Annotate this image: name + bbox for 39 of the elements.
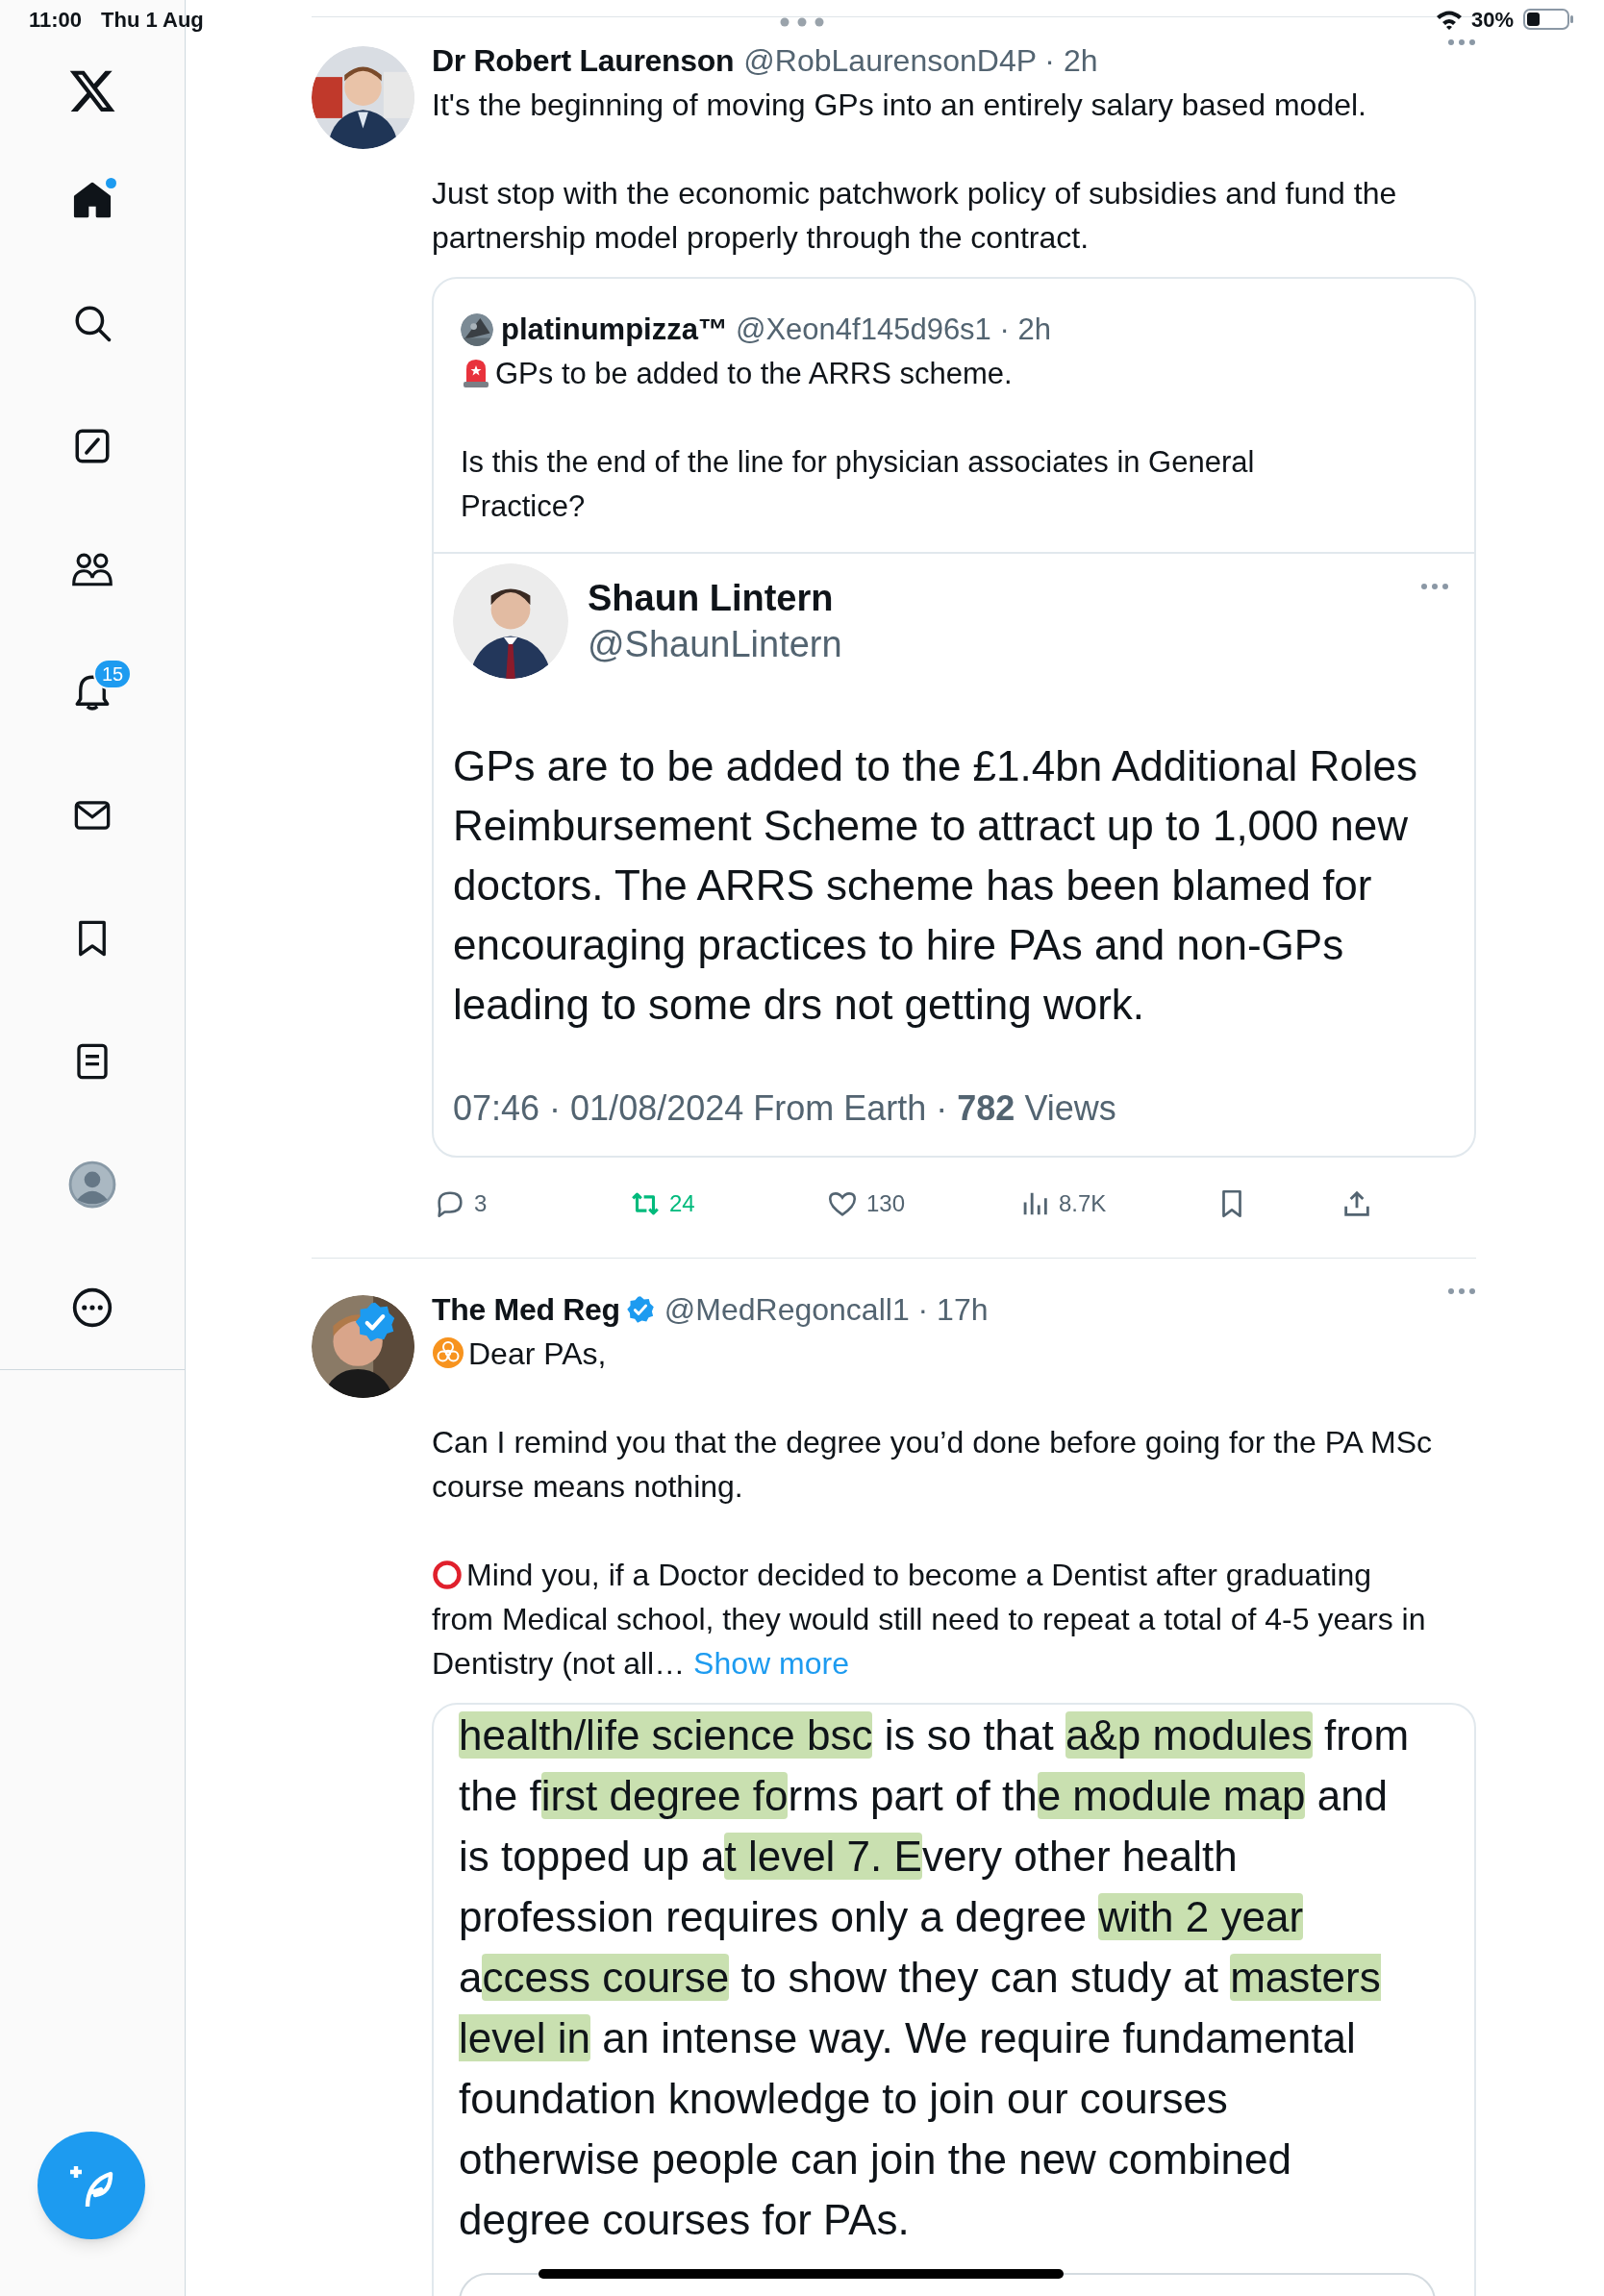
battery-percentage: 30%: [1470, 6, 1514, 34]
battery-icon: [1523, 8, 1575, 31]
status-time: 11:00: [29, 6, 83, 34]
post-meta: @Xeon4f145d96s1 · 2h: [735, 311, 1051, 348]
action-count: 8.7K: [1059, 1189, 1107, 1218]
more-icon[interactable]: [71, 1286, 113, 1329]
circle-outline-icon: [432, 1560, 463, 1590]
author-handle: @ShaunLintern: [588, 623, 842, 666]
avatar-icon[interactable]: [68, 1160, 116, 1209]
author-name[interactable]: platinumpizza™: [501, 307, 728, 353]
post-text: It's the beginning of moving GPs into an entirely salary based model.: [432, 87, 1367, 124]
post-text: Mind you, if a Doctor decided to become a Dentist after graduating from Medical school, they would still need to repeat a total of 4-5 years in Dentistry (not all… Show more: [432, 1557, 1427, 1683]
more-dots-icon[interactable]: [1420, 583, 1449, 590]
author-name[interactable]: Dr Robert Laurenson: [432, 37, 735, 84]
home-icon[interactable]: [72, 180, 113, 220]
post-meta: @MedRegoncall1 · 17h: [664, 1291, 989, 1329]
post-timestamp: 07:46 · 01/08/2024 From Earth · 782 Views: [453, 1087, 1117, 1130]
post-text: Can I remind you that the degree you’d done before going for the PA MSc course means nothing.: [432, 1424, 1434, 1506]
author-name: Shaun Lintern: [588, 577, 835, 620]
multitask-dots-icon: [780, 17, 824, 27]
more-dots-icon[interactable]: [1447, 1287, 1476, 1295]
status-date: Thu 1 Aug: [101, 6, 204, 34]
screenshot-text: health/life science bsc is so that a&p modules from the first degree forms part of the module map and is topped up at level 7. Every other health profession requires only a degree with 2 year access course to show they can study at masters level in an intense way. We require fundamental foundation knowledge to join our courses otherwise people can join the new combined degree courses for PAs.: [459, 1710, 1411, 2245]
post-text: Dear PAs,: [432, 1332, 1476, 1376]
author-name[interactable]: The Med Reg: [432, 1286, 620, 1333]
post-text: Is this the end of the line for physician associates in General Practice?: [461, 444, 1256, 525]
action-count: 130: [866, 1189, 906, 1218]
action-count: 3: [474, 1189, 488, 1218]
biohazard-icon: [432, 1336, 464, 1369]
post-text: Just stop with the economic patchwork policy of subsidies and fund the partnership model properly through the contract.: [432, 175, 1398, 257]
post-text: GPs are to be added to the £1.4bn Additional Roles Reimbursement Scheme to attract up to 1,000 new doctors. The ARRS scheme has been blamed for encouraging practices to hire PAs and non-GPs leading to some drs not getting work.: [453, 741, 1418, 1030]
quoted-post-card[interactable]: [432, 277, 1476, 1158]
notification-badge: 15: [93, 659, 132, 689]
quoted-post-card[interactable]: [432, 1703, 1476, 2296]
post-meta: @RobLaurensonD4P · 2h: [743, 42, 1098, 80]
post-text: GPs to be added to the ARRS scheme.: [461, 352, 1447, 396]
verified-badge-icon: [354, 1301, 396, 1343]
more-dots-icon[interactable]: [1447, 38, 1476, 46]
action-count: 24: [669, 1189, 695, 1218]
